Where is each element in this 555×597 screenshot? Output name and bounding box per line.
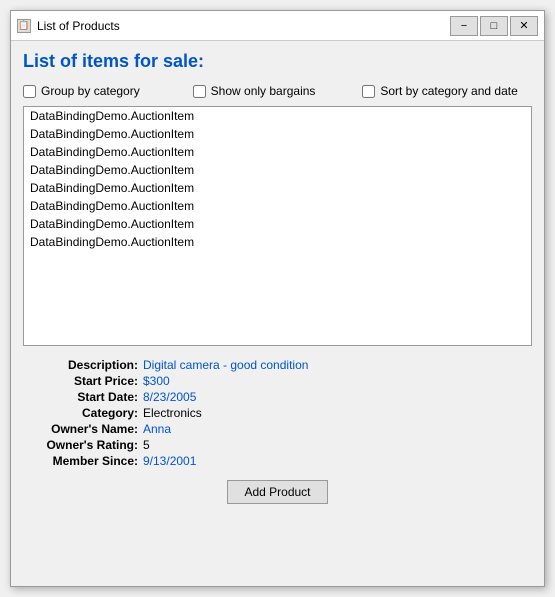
sort-by-category-date-text: Sort by category and date [380, 84, 517, 98]
member-since-value: 9/13/2001 [143, 454, 196, 468]
checkboxes-row: Group by category Show only bargains Sor… [23, 84, 532, 98]
owners-rating-row: Owner's Rating: 5 [33, 438, 522, 452]
owners-name-value: Anna [143, 422, 171, 436]
sort-by-category-date-checkbox[interactable] [362, 85, 375, 98]
page-title: List of items for sale: [23, 51, 532, 72]
show-only-bargains-checkbox[interactable] [193, 85, 206, 98]
list-item[interactable]: DataBindingDemo.AuctionItem [24, 107, 531, 125]
description-row: Description: Digital camera - good condi… [33, 358, 522, 372]
start-price-value: $300 [143, 374, 170, 388]
minimize-button[interactable]: − [450, 16, 478, 36]
description-value: Digital camera - good condition [143, 358, 308, 372]
show-only-bargains-label[interactable]: Show only bargains [193, 84, 363, 98]
start-price-row: Start Price: $300 [33, 374, 522, 388]
window-title: List of Products [37, 19, 450, 33]
start-price-label: Start Price: [33, 374, 143, 388]
category-row: Category: Electronics [33, 406, 522, 420]
main-window: 📋 List of Products − □ ✕ List of items f… [10, 10, 545, 587]
list-item[interactable]: DataBindingDemo.AuctionItem [24, 125, 531, 143]
owners-name-row: Owner's Name: Anna [33, 422, 522, 436]
owners-rating-value: 5 [143, 438, 150, 452]
show-only-bargains-text: Show only bargains [211, 84, 316, 98]
list-item[interactable]: DataBindingDemo.AuctionItem [24, 161, 531, 179]
window-icon: 📋 [17, 19, 31, 33]
list-item[interactable]: DataBindingDemo.AuctionItem [24, 179, 531, 197]
category-label: Category: [33, 406, 143, 420]
list-item[interactable]: DataBindingDemo.AuctionItem [24, 215, 531, 233]
start-date-label: Start Date: [33, 390, 143, 404]
add-product-button[interactable]: Add Product [227, 480, 327, 504]
group-by-category-label[interactable]: Group by category [23, 84, 193, 98]
category-value: Electronics [143, 406, 202, 420]
window-content: List of items for sale: Group by categor… [11, 41, 544, 524]
close-button[interactable]: ✕ [510, 16, 538, 36]
member-since-row: Member Since: 9/13/2001 [33, 454, 522, 468]
window-controls: − □ ✕ [450, 16, 538, 36]
sort-by-category-date-label[interactable]: Sort by category and date [362, 84, 532, 98]
start-date-value: 8/23/2005 [143, 390, 196, 404]
owners-name-label: Owner's Name: [33, 422, 143, 436]
group-by-category-checkbox[interactable] [23, 85, 36, 98]
owners-rating-label: Owner's Rating: [33, 438, 143, 452]
title-bar: 📋 List of Products − □ ✕ [11, 11, 544, 41]
details-section: Description: Digital camera - good condi… [23, 358, 532, 468]
button-row: Add Product [23, 480, 532, 514]
member-since-label: Member Since: [33, 454, 143, 468]
maximize-button[interactable]: □ [480, 16, 508, 36]
group-by-category-text: Group by category [41, 84, 140, 98]
start-date-row: Start Date: 8/23/2005 [33, 390, 522, 404]
list-item[interactable]: DataBindingDemo.AuctionItem [24, 197, 531, 215]
description-label: Description: [33, 358, 143, 372]
list-item[interactable]: DataBindingDemo.AuctionItem [24, 143, 531, 161]
list-item[interactable]: DataBindingDemo.AuctionItem [24, 233, 531, 251]
products-list[interactable]: DataBindingDemo.AuctionItemDataBindingDe… [23, 106, 532, 346]
